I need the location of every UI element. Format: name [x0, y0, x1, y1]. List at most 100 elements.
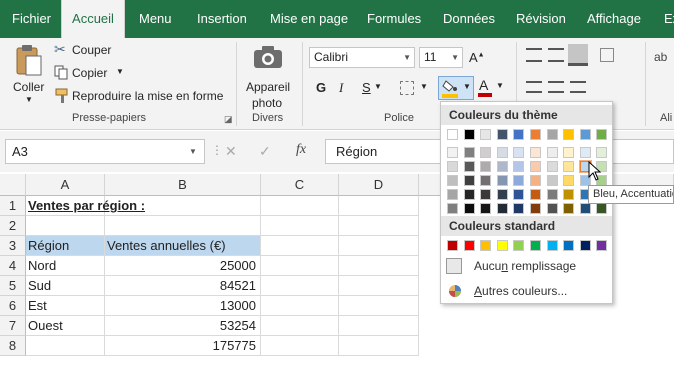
- region-cell[interactable]: Nord: [26, 256, 105, 276]
- row-header[interactable]: 4: [0, 256, 26, 276]
- theme-shade-swatch[interactable]: [563, 189, 574, 200]
- borders-icon[interactable]: [400, 81, 414, 95]
- theme-shade-swatch[interactable]: [547, 175, 558, 186]
- grid-cell[interactable]: [261, 236, 339, 256]
- theme-shade-swatch[interactable]: [497, 203, 508, 214]
- standard-color-swatch[interactable]: [447, 240, 458, 251]
- theme-shade-swatch[interactable]: [447, 203, 458, 214]
- grid-cell[interactable]: [339, 316, 419, 336]
- tab-formules[interactable]: Formules: [367, 0, 421, 38]
- grid-cell[interactable]: [26, 336, 105, 356]
- tab-overflow[interactable]: Ex: [664, 0, 674, 38]
- orientation-icon[interactable]: [600, 48, 614, 62]
- grid-cell[interactable]: [261, 256, 339, 276]
- theme-color-swatch[interactable]: [513, 129, 524, 140]
- theme-color-swatch[interactable]: [563, 129, 574, 140]
- tab-affichage[interactable]: Affichage: [587, 0, 641, 38]
- theme-shade-swatch[interactable]: [513, 203, 524, 214]
- header-cell-sales[interactable]: Ventes annuelles (€): [105, 236, 261, 256]
- header-cell-region[interactable]: Région: [26, 236, 105, 256]
- grid-cell[interactable]: [261, 296, 339, 316]
- theme-color-swatch[interactable]: [447, 129, 458, 140]
- row-header[interactable]: 3: [0, 236, 26, 256]
- tab-revision[interactable]: Révision: [516, 0, 566, 38]
- theme-shade-swatch[interactable]: [530, 203, 541, 214]
- bold-button[interactable]: G: [316, 80, 326, 95]
- theme-shade-swatch[interactable]: [563, 161, 574, 172]
- no-fill-option[interactable]: Aucun remplissage: [446, 255, 606, 277]
- region-cell[interactable]: Ouest: [26, 316, 105, 336]
- standard-color-swatch[interactable]: [464, 240, 475, 251]
- theme-shade-swatch[interactable]: [513, 189, 524, 200]
- theme-shade-swatch[interactable]: [464, 189, 475, 200]
- standard-color-swatch[interactable]: [547, 240, 558, 251]
- paste-button[interactable]: Coller ▼: [8, 42, 50, 106]
- theme-shade-swatch[interactable]: [480, 147, 491, 158]
- wrap-text-icon[interactable]: ab: [654, 50, 667, 64]
- standard-color-swatch[interactable]: [596, 240, 607, 251]
- theme-shade-swatch[interactable]: [547, 203, 558, 214]
- theme-shade-swatch[interactable]: [497, 175, 508, 186]
- row-header[interactable]: 5: [0, 276, 26, 296]
- theme-shade-swatch[interactable]: [464, 161, 475, 172]
- grid-cell[interactable]: [26, 216, 105, 236]
- copy-button[interactable]: Copier ▼: [54, 64, 134, 84]
- font-size-select[interactable]: 11 ▼: [419, 47, 463, 68]
- theme-shade-swatch[interactable]: [513, 147, 524, 158]
- grid-cell[interactable]: [261, 336, 339, 356]
- grid-cell[interactable]: [339, 256, 419, 276]
- theme-color-swatch[interactable]: [580, 129, 591, 140]
- tab-donnees[interactable]: Données: [443, 0, 495, 38]
- grid-cell[interactable]: [261, 316, 339, 336]
- standard-color-swatch[interactable]: [530, 240, 541, 251]
- standard-color-swatch[interactable]: [497, 240, 508, 251]
- column-header-c[interactable]: C: [261, 174, 339, 196]
- font-name-select[interactable]: Calibri ▼: [309, 47, 415, 68]
- standard-color-swatch[interactable]: [513, 240, 524, 251]
- select-all-corner[interactable]: [0, 174, 26, 196]
- theme-shade-swatch[interactable]: [547, 161, 558, 172]
- tab-menu[interactable]: Menu: [139, 0, 172, 38]
- theme-shade-swatch[interactable]: [530, 175, 541, 186]
- theme-shade-swatch[interactable]: [447, 161, 458, 172]
- theme-shade-swatch[interactable]: [497, 189, 508, 200]
- theme-color-swatch[interactable]: [480, 129, 491, 140]
- align-bottom-icon[interactable]: [568, 44, 588, 66]
- theme-shade-swatch[interactable]: [513, 175, 524, 186]
- sales-cell[interactable]: 25000: [105, 256, 261, 276]
- theme-shade-swatch[interactable]: [563, 203, 574, 214]
- theme-shade-swatch[interactable]: [547, 189, 558, 200]
- insert-function-button[interactable]: fx: [296, 142, 306, 158]
- sales-cell[interactable]: 53254: [105, 316, 261, 336]
- more-colors-option[interactable]: Autres couleurs...: [446, 280, 606, 302]
- column-header-d[interactable]: D: [339, 174, 419, 196]
- grid-cell[interactable]: [261, 276, 339, 296]
- theme-shade-swatch[interactable]: [464, 147, 475, 158]
- theme-shade-swatch[interactable]: [480, 203, 491, 214]
- theme-color-swatch[interactable]: [497, 129, 508, 140]
- italic-button[interactable]: I: [339, 80, 343, 96]
- theme-color-swatch[interactable]: [547, 129, 558, 140]
- camera-button[interactable]: Appareil photo: [244, 42, 292, 110]
- theme-shade-swatch[interactable]: [513, 161, 524, 172]
- theme-shade-swatch[interactable]: [563, 175, 574, 186]
- theme-shade-swatch[interactable]: [563, 147, 574, 158]
- tab-insertion[interactable]: Insertion: [197, 0, 247, 38]
- grid-cell[interactable]: [339, 236, 419, 256]
- grid-cell[interactable]: [105, 216, 261, 236]
- format-painter-button[interactable]: Reproduire la mise en forme: [54, 87, 229, 107]
- theme-shade-swatch[interactable]: [580, 203, 591, 214]
- theme-color-swatch[interactable]: [464, 129, 475, 140]
- standard-color-swatch[interactable]: [563, 240, 574, 251]
- column-header-a[interactable]: A: [26, 174, 105, 196]
- name-box[interactable]: A3: [5, 139, 205, 164]
- dialog-launcher-icon[interactable]: ◪: [224, 114, 233, 125]
- theme-shade-swatch[interactable]: [530, 189, 541, 200]
- grid-cell[interactable]: [339, 276, 419, 296]
- underline-button[interactable]: S: [362, 80, 371, 95]
- standard-color-swatch[interactable]: [480, 240, 491, 251]
- grid-cell[interactable]: [339, 216, 419, 236]
- theme-shade-swatch[interactable]: [530, 147, 541, 158]
- cancel-icon[interactable]: ✕: [225, 143, 237, 160]
- sales-cell[interactable]: 13000: [105, 296, 261, 316]
